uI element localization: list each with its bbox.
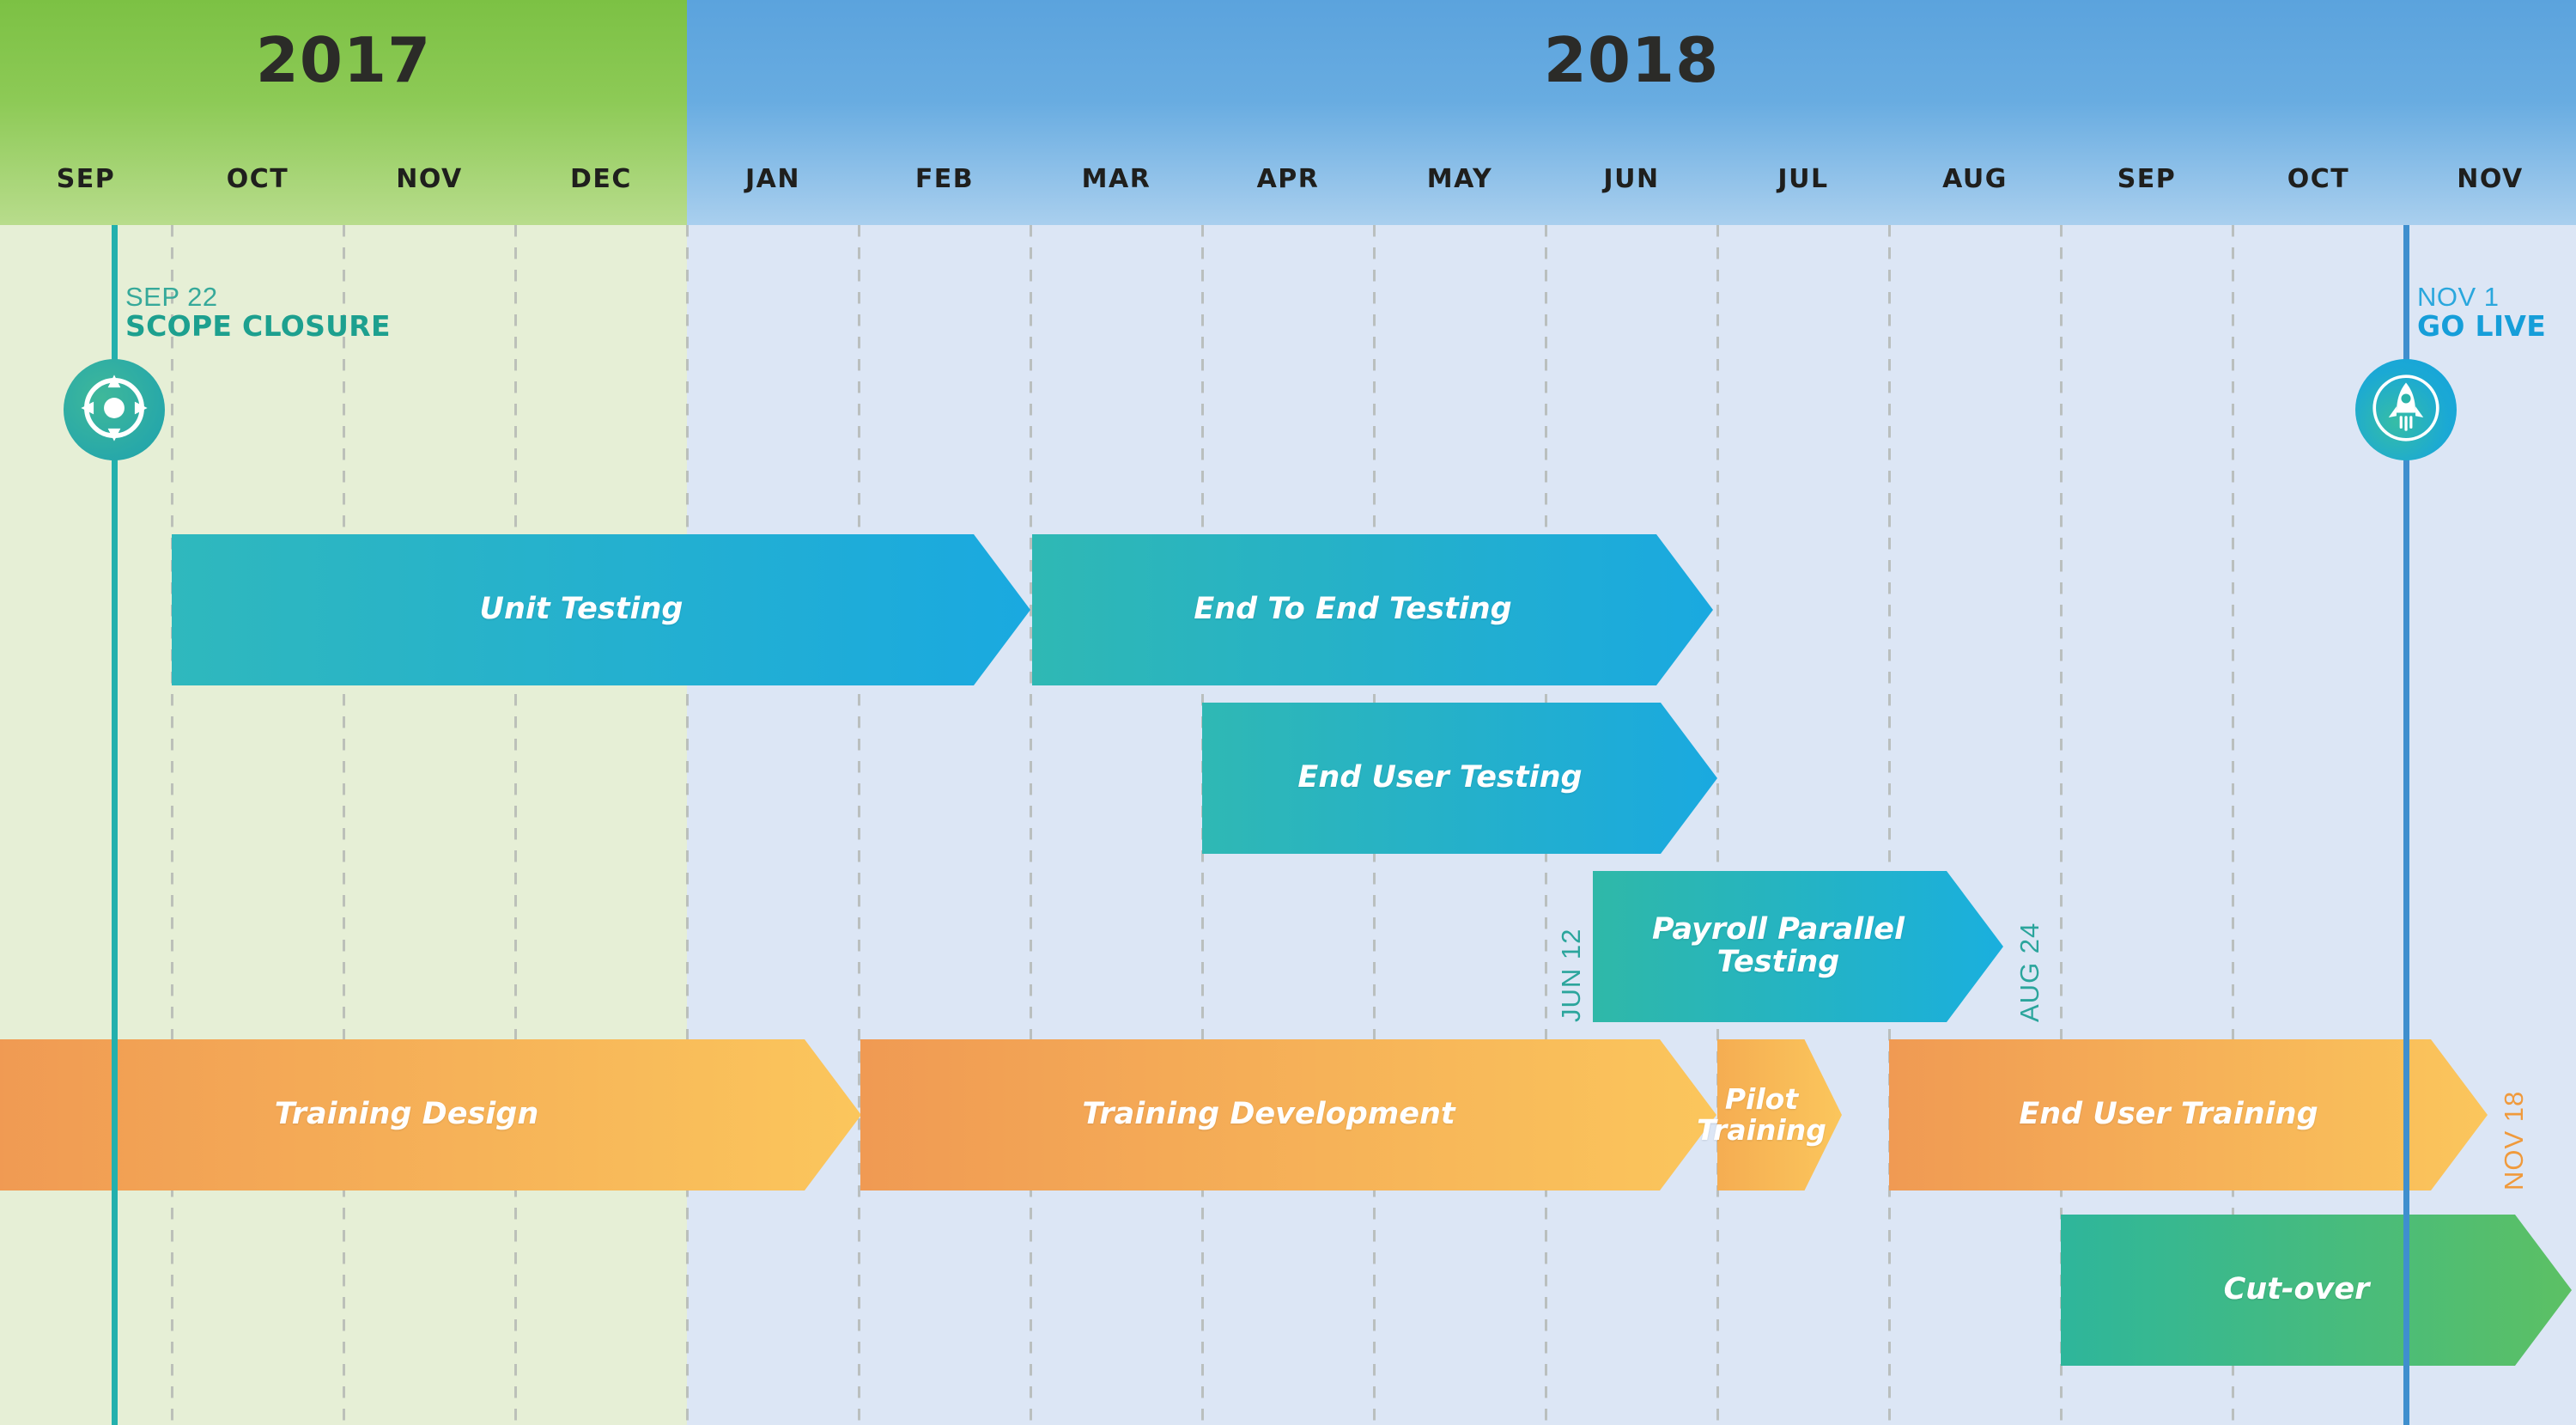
task-bar-unit-testing[interactable]: Unit Testing xyxy=(172,534,1030,685)
month-label-feb-2018: FEB xyxy=(914,163,975,194)
gridline-6 xyxy=(1030,225,1032,1425)
milestone-label-scope-closure: SEP 22 SCOPE CLOSURE xyxy=(125,283,391,341)
rocket-icon xyxy=(2366,368,2445,452)
month-label-sep-2017: SEP xyxy=(56,163,116,194)
month-label-jul-2018: JUL xyxy=(1777,163,1829,194)
month-label-oct-2017: OCT xyxy=(226,163,289,194)
milestone-label-go-live: NOV 1 GO LIVE xyxy=(2417,283,2546,341)
month-label-nov-2017: NOV xyxy=(396,163,463,194)
year-label-2018: 2018 xyxy=(1543,24,1720,96)
gridline-5 xyxy=(858,225,860,1425)
month-label-apr-2018: APR xyxy=(1256,163,1320,194)
gridline-1 xyxy=(171,225,173,1425)
milestone-name-scope-closure: SCOPE CLOSURE xyxy=(125,308,391,343)
milestone-date-go-live: NOV 1 xyxy=(2417,282,2500,312)
milestone-name-go-live: GO LIVE xyxy=(2417,308,2547,343)
milestone-date-scope-closure: SEP 22 xyxy=(125,282,218,312)
target-icon xyxy=(75,368,154,452)
task-end-date-end-user-training: NOV 18 xyxy=(2499,1090,2529,1191)
month-label-nov-2018: NOV xyxy=(2457,163,2524,194)
task-bar-training-design[interactable]: Training Design xyxy=(0,1039,861,1191)
gridline-3 xyxy=(514,225,517,1425)
gridline-11 xyxy=(1888,225,1891,1425)
year-label-2017: 2017 xyxy=(255,24,432,96)
milestone-marker-go-live[interactable] xyxy=(2355,359,2457,460)
task-bar-end-user-testing[interactable]: End User Testing xyxy=(1202,703,1717,854)
month-label-sep-2018: SEP xyxy=(2117,163,2177,194)
task-start-date-payroll-parallel-testing: JUN 12 xyxy=(1556,928,1586,1022)
task-bar-training-development[interactable]: Training Development xyxy=(860,1039,1716,1191)
month-label-jan-2018: JAN xyxy=(745,163,800,194)
milestone-marker-scope-closure[interactable] xyxy=(64,359,165,460)
task-bar-end-to-end-testing[interactable]: End To End Testing xyxy=(1032,534,1713,685)
task-end-date-payroll-parallel-testing: AUG 24 xyxy=(2014,922,2044,1022)
task-bar-pilot-training[interactable]: Pilot Training xyxy=(1697,1039,1842,1191)
month-label-jun-2018: JUN xyxy=(1603,163,1660,194)
timeline-header: 2017 2018 SEP OCT NOV DEC JAN FEB MAR APR MAY JUN… xyxy=(0,0,2576,225)
month-axis: SEP OCT NOV DEC JAN FEB MAR APR MAY JUN JUL AUG SEP O… xyxy=(0,153,2576,204)
gantt-chart: 2017 2018 SEP OCT NOV DEC JAN FEB MAR APR MAY JUN… xyxy=(0,0,2576,1425)
month-label-aug-2018: AUG xyxy=(1942,163,2008,194)
gridline-2 xyxy=(343,225,345,1425)
gridline-4 xyxy=(686,225,689,1425)
month-label-mar-2018: MAR xyxy=(1081,163,1151,194)
task-bar-cut-over[interactable]: Cut-over xyxy=(2061,1215,2572,1366)
task-bar-end-user-training[interactable]: End User Training xyxy=(1889,1039,2488,1191)
month-label-dec-2017: DEC xyxy=(570,163,632,194)
month-label-may-2018: MAY xyxy=(1426,163,1493,194)
month-label-oct-2018: OCT xyxy=(2287,163,2350,194)
